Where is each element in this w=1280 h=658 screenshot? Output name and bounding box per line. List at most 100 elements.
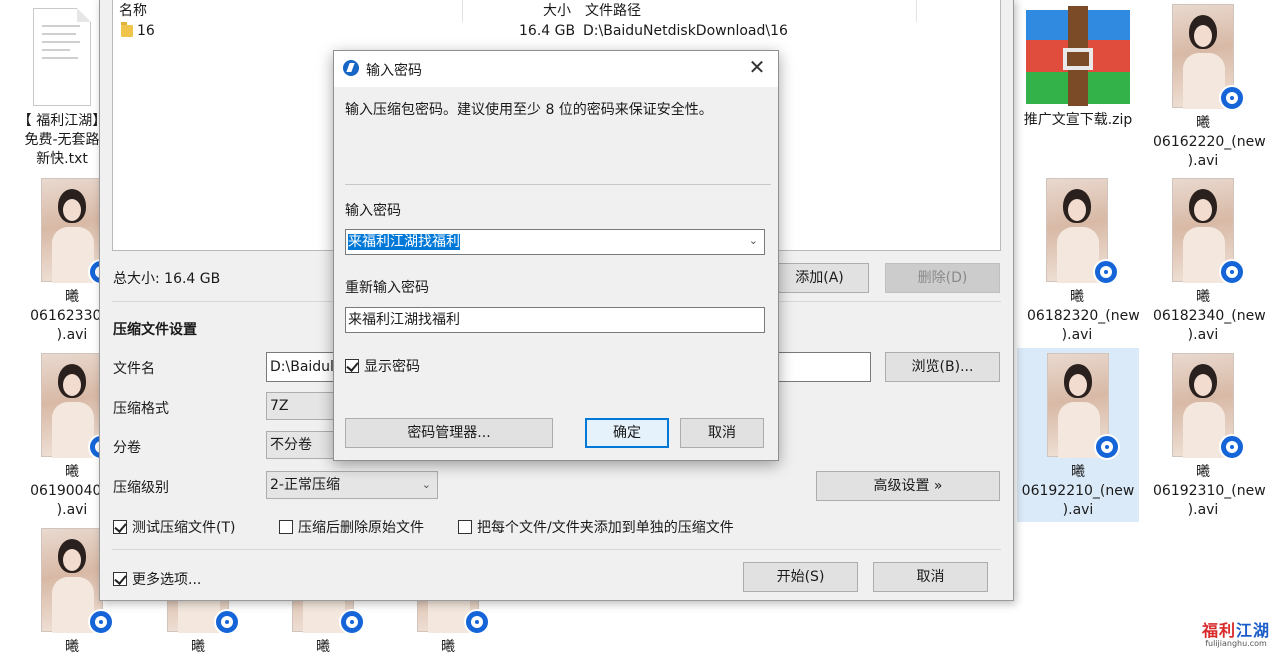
icon-label: 曦 (65, 639, 79, 655)
column-header-size[interactable]: 大小 (543, 0, 571, 20)
desktop-icon-video[interactable]: 曦 06162220_(new ).avi (1153, 4, 1266, 171)
icon-label: ).avi (1061, 327, 1093, 343)
desktop-icon-video-selected[interactable]: 曦 06192210_(new ).avi (1017, 348, 1139, 522)
level-value: 2-正常压缩 (270, 477, 340, 493)
start-button[interactable]: 开始(S) (743, 562, 858, 592)
desktop-icon-video[interactable]: 曦 06182320_(new ).avi (1027, 178, 1140, 345)
browse-button[interactable]: 浏览(B)... (885, 352, 1000, 382)
close-icon[interactable]: ✕ (744, 53, 770, 81)
video-thumbnail (1047, 353, 1120, 460)
column-header-name[interactable]: 名称 (119, 0, 147, 20)
video-thumbnail (1172, 353, 1245, 460)
checkbox-label: 更多选项... (132, 572, 202, 588)
checkbox-label: 测试压缩文件(T) (132, 520, 236, 536)
dialog-cancel-button[interactable]: 取消 (680, 418, 764, 448)
icon-label: 推广文宣下载.zip (1023, 112, 1133, 128)
chevron-down-icon[interactable]: ⌄ (749, 229, 758, 253)
icon-label: 曦 (191, 639, 205, 655)
icon-label: 06182340_(new (1153, 308, 1266, 324)
video-badge-icon (214, 609, 240, 635)
watermark-title-b: 江湖 (1236, 621, 1271, 640)
delete-original-checkbox[interactable]: 压缩后删除原始文件 (279, 517, 424, 537)
video-thumbnail (1172, 178, 1245, 285)
video-badge-icon (339, 609, 365, 635)
checkbox-box (113, 572, 127, 586)
section-title: 压缩文件设置 (113, 322, 197, 338)
video-badge-icon (464, 609, 490, 635)
file-size: 16.4 GB (519, 23, 576, 39)
dialog-body: 输入压缩包密码。建议使用至少 8 位的密码来保证安全性。 输入密码 来福利江湖找… (334, 87, 778, 460)
desktop-icon-video[interactable]: 曦 06182340_(new ).avi (1153, 178, 1266, 345)
icon-label: 曦 (1071, 464, 1085, 480)
icon-label: ).avi (1187, 153, 1219, 169)
rar-icon (1026, 6, 1130, 106)
filename-label: 文件名 (113, 361, 155, 377)
more-options-checkbox[interactable]: 更多选项... (113, 569, 201, 589)
reenter-password-input[interactable]: 来福利江湖找福利 (345, 307, 765, 333)
watermark-url: fulijianghu.com (1205, 639, 1267, 648)
split-label: 分卷 (113, 440, 141, 456)
icon-label: 06182320_(new (1027, 308, 1140, 324)
text-file-icon (33, 8, 91, 106)
video-badge-icon (88, 609, 114, 635)
video-thumbnail (1172, 4, 1245, 111)
dialog-title: 输入密码 (366, 63, 422, 79)
video-badge-icon (1093, 259, 1119, 285)
icon-label: 曦 (316, 639, 330, 655)
level-label: 压缩级别 (113, 480, 169, 496)
format-value: 7Z (270, 398, 289, 414)
separate-archives-checkbox[interactable]: 把每个文件/文件夹添加到单独的压缩文件 (458, 517, 734, 537)
desktop-icon-video[interactable]: 曦 06192310_(new ).avi (1153, 353, 1266, 520)
icon-label: 曦 (1196, 464, 1210, 480)
add-button[interactable]: 添加(A) (770, 263, 869, 293)
video-thumbnail (41, 178, 114, 285)
password-manager-button[interactable]: 密码管理器... (345, 418, 553, 448)
file-path: D:\BaiduNetdiskDownload\16 (583, 23, 788, 39)
video-badge-icon (1219, 434, 1245, 460)
video-thumbnail (41, 528, 114, 635)
ok-button[interactable]: 确定 (585, 418, 669, 448)
icon-label: 06192310_(new (1153, 483, 1266, 499)
video-badge-icon (1219, 85, 1245, 111)
video-badge-icon (1094, 434, 1120, 460)
video-thumbnail (41, 353, 114, 460)
watermark-logo: 福利江湖 fulijianghu.com (1196, 617, 1276, 655)
checkbox-box (279, 520, 293, 534)
split-value: 不分卷 (270, 437, 312, 453)
password-value: 来福利江湖找福利 (348, 234, 460, 250)
video-thumbnail (1046, 178, 1119, 285)
password-label: 输入密码 (345, 203, 401, 219)
video-badge-icon (1219, 259, 1245, 285)
password-input[interactable]: 来福利江湖找福利 ⌄ (345, 229, 765, 255)
reenter-password-value: 来福利江湖找福利 (348, 312, 460, 328)
icon-label: 曦 (1196, 289, 1210, 305)
show-password-checkbox[interactable]: 显示密码 (345, 356, 420, 376)
icon-label: 【 福利江湖】 (17, 113, 107, 129)
delete-button[interactable]: 删除(D) (885, 263, 1000, 293)
column-header-path[interactable]: 文件路径 (585, 0, 641, 20)
checkbox-label: 压缩后删除原始文件 (298, 520, 424, 536)
total-size: 总大小: 16.4 GB (113, 271, 221, 287)
icon-label: ).avi (1187, 502, 1219, 518)
desktop-icon-txt[interactable]: 【 福利江湖】 免费-无套路 新快.txt (12, 8, 112, 169)
icon-label: 06192210_(new (1021, 483, 1135, 499)
icon-label: ).avi (1062, 502, 1094, 518)
watermark-title-a: 福利 (1201, 621, 1236, 640)
icon-label: ).avi (1187, 327, 1219, 343)
folder-icon (121, 22, 133, 37)
dialog-description: 输入压缩包密码。建议使用至少 8 位的密码来保证安全性。 (345, 102, 713, 118)
checkbox-label: 把每个文件/文件夹添加到单独的压缩文件 (477, 520, 734, 536)
icon-label: 06162220_(new (1153, 134, 1266, 150)
test-archive-checkbox[interactable]: 测试压缩文件(T) (113, 517, 235, 537)
chevron-down-icon: ⌄ (421, 478, 431, 491)
cancel-button[interactable]: 取消 (873, 562, 988, 592)
file-name: 16 (137, 23, 155, 39)
app-icon (343, 60, 359, 76)
advanced-settings-button[interactable]: 高级设置 » (816, 471, 1000, 501)
checkbox-label: 显示密码 (364, 359, 420, 375)
icon-label: 曦 (1070, 289, 1084, 305)
desktop-icon-zip[interactable]: 推广文宣下载.zip (1022, 6, 1134, 130)
level-select[interactable]: 2-正常压缩 ⌄ (266, 471, 438, 499)
reenter-password-label: 重新输入密码 (345, 280, 429, 296)
icon-label: 新快.txt (36, 151, 88, 167)
